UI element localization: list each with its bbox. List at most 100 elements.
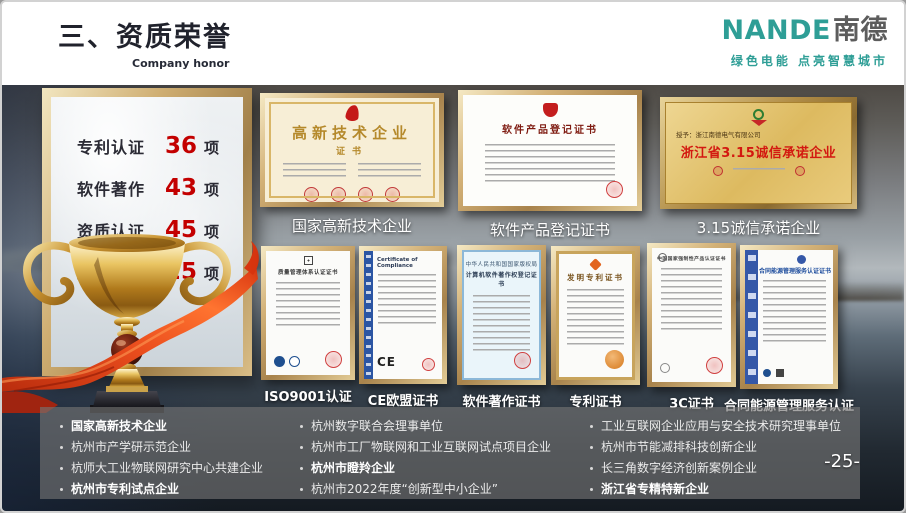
certificate-text-lines (567, 289, 624, 345)
certificate-footer (666, 166, 851, 176)
certificate-software-product: 软件产品登记证书 软件产品登记证书 (458, 90, 642, 240)
315-logo-icon (753, 109, 764, 120)
certificate-frame: Certificate of Compliance CE (359, 246, 447, 384)
logo: NANDE南德 绿色电能 点亮智慧城市 (722, 17, 888, 69)
seal-icon (331, 187, 346, 202)
certificate-3c: 中国国家强制性产品认证证书 3C证书 (647, 243, 736, 412)
cert-logo-icon (304, 256, 313, 265)
red-seals (265, 187, 439, 202)
honor-item: 工业互联网企业应用与安全技术研究理事单位 (587, 416, 841, 437)
stat-label: 软件著作 (77, 176, 145, 200)
trophy-cone (109, 369, 145, 387)
ccc-logo-icon (658, 253, 667, 262)
page-subtitle: Company honor (58, 57, 232, 70)
certificate-ce: Certificate of Compliance CE CE欧盟证书 (359, 246, 447, 409)
certificate-text-lines (763, 280, 826, 342)
seal-icon (706, 357, 723, 374)
trophy-rim-inner (78, 237, 176, 249)
title-block: 三、资质荣誉 Company honor (58, 15, 232, 70)
certificate-text-lines (283, 163, 421, 181)
certificate-title: 发明专利证书 (559, 272, 632, 283)
certificate-text-lines (661, 268, 722, 334)
certificate-software-copyright: 中华人民共和国国家版权局 计算机软件著作权登记证书 软件著作证书 (457, 245, 546, 410)
national-emblem-icon (543, 103, 558, 117)
certificate-frame: 软件产品登记证书 (458, 90, 642, 211)
certificate-paper: 中国国家强制性产品认证证书 (652, 248, 731, 382)
ce-mark: CE (377, 355, 396, 369)
certificate-patent: 发明专利证书 专利证书 (551, 246, 640, 410)
certificate-title: 高新技术企业 (265, 122, 439, 143)
seal-icon (304, 187, 319, 202)
honor-item: 杭州市产学研示范企业 (57, 437, 263, 458)
certificate-frame: 中华人民共和国国家版权局 计算机软件著作权登记证书 (457, 245, 546, 385)
trophy-bowl (69, 243, 185, 319)
stat-unit: 项 (204, 179, 219, 200)
certificate-text-lines (276, 282, 340, 328)
certificate-paper: 合同能源管理服务认证证书 (745, 250, 833, 384)
honor-item: 杭师大工业物联网研究中心共建企业 (57, 458, 263, 479)
seal-icon (713, 166, 723, 176)
honors-column-3: 工业互联网企业应用与安全技术研究理事单位 杭州市节能减排科技创新企业 长三角数字… (587, 416, 841, 500)
stat-label: 专利认证 (77, 134, 145, 158)
trophy-ball-highlight (116, 340, 126, 346)
certificate-text-lines (473, 295, 530, 353)
award-line: 授予：浙江南德电气有限公司 (676, 129, 841, 139)
honor-item: 杭州数字联合会理事单位 (297, 416, 551, 437)
certificate-text-lines (485, 144, 615, 184)
seal-icon (605, 350, 624, 369)
certificate-energy-management: 合同能源管理服务认证证书 合同能源管理服务认证 (740, 245, 838, 414)
certificate-paper: 授予：浙江南德电气有限公司 浙江省3.15诚信承诺企业 (665, 102, 852, 204)
patent-logo-icon (589, 258, 602, 271)
cnas-logo-icon (289, 356, 300, 367)
315-ribbon-icon (751, 120, 767, 126)
certificate-title: 质量管理体系认证证书 (266, 268, 350, 276)
certificate-iso9001: 质量管理体系认证证书 ISO9001认证 (261, 246, 355, 405)
honors-column-2: 杭州数字联合会理事单位 杭州市工厂物联网和工业互联网试点项目企业 杭州市瞪羚企业… (297, 416, 551, 500)
certificate-text-lines (378, 274, 436, 326)
seal-icon (514, 352, 531, 369)
accreditation-logos (274, 356, 300, 367)
header: 三、资质荣誉 Company honor NANDE南德 绿色电能 点亮智慧城市 (2, 2, 904, 85)
certificate-caption: 国家高新技术企业 (292, 215, 412, 236)
honor-item: 杭州市工厂物联网和工业互联网试点项目企业 (297, 437, 551, 458)
blue-side-band (745, 250, 758, 384)
certificate-high-tech: 高新技术企业 证书 国家高新技术企业 (260, 93, 444, 236)
logo-icon (763, 369, 771, 377)
certificate-paper: 高新技术企业 证书 (265, 98, 439, 202)
honor-item: 杭州市节能减排科技创新企业 (587, 437, 841, 458)
certificate-frame: 中国国家强制性产品认证证书 (647, 243, 736, 387)
seal-icon (325, 351, 342, 368)
certificate-frame: 合同能源管理服务认证证书 (740, 245, 838, 389)
ce-side-band (364, 251, 373, 379)
seal-icon (385, 187, 400, 202)
stat-row-patent: 专利认证 36 项 (77, 133, 219, 159)
stat-value: 43 (165, 175, 197, 201)
certificate-caption: 软件产品登记证书 (490, 219, 610, 240)
certificate-315-integrity: 授予：浙江南德电气有限公司 浙江省3.15诚信承诺企业 3.15诚信承诺企业 (660, 97, 857, 238)
iaf-logo-icon (274, 356, 285, 367)
certificate-paper: 发明专利证书 (556, 251, 635, 380)
certificate-subtitle: 证书 (265, 144, 439, 157)
logo-text-en: NANDE (722, 15, 831, 46)
honor-item: 杭州市专利试点企业 (57, 479, 263, 500)
stat-unit: 项 (204, 137, 219, 158)
certificate-title: Certificate of Compliance (377, 257, 439, 269)
certificate-title: 合同能源管理服务认证证书 (759, 266, 831, 275)
logo-wordmark: NANDE南德 (722, 17, 888, 44)
honors-column-1: 国家高新技术企业 杭州市产学研示范企业 杭师大工业物联网研究中心共建企业 杭州市… (57, 416, 263, 500)
certificate-frame: 高新技术企业 证书 (260, 93, 444, 207)
certificate-title: 计算机软件著作权登记证书 (464, 270, 539, 288)
trophy-image (2, 223, 260, 413)
flame-logo-icon (344, 104, 359, 122)
stat-row-software: 软件著作 43 项 (77, 175, 219, 201)
seal-icon (606, 181, 623, 198)
certificate-paper: 软件产品登记证书 (463, 95, 637, 206)
page-title: 三、资质荣誉 (58, 15, 232, 54)
honor-item: 杭州市2022年度“创新型中小企业” (297, 479, 551, 500)
cert-logo-icon (797, 255, 806, 264)
certificate-title: 软件产品登记证书 (463, 121, 637, 136)
certificate-footer (763, 369, 784, 377)
trophy-pedestal (93, 391, 161, 407)
honor-item: 浙江省专精特新企业 (587, 479, 841, 500)
certificate-title: 浙江省3.15诚信承诺企业 (666, 142, 851, 161)
